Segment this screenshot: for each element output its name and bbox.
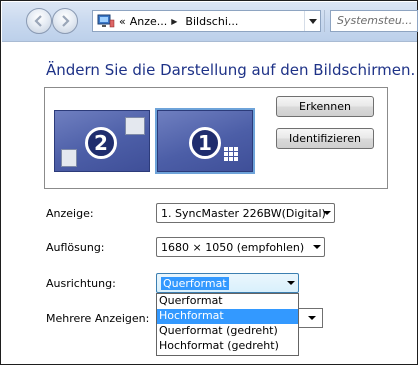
- arrow-right-icon: [62, 15, 70, 27]
- chevron-down-icon: [313, 245, 321, 249]
- monitor-2[interactable]: 2: [54, 110, 150, 172]
- anzeige-select[interactable]: 1. SyncMaster 226BW(Digital): [156, 203, 335, 223]
- forward-button[interactable]: [52, 8, 78, 34]
- ausrichtung-label: Ausrichtung:: [46, 277, 116, 290]
- chevron-down-icon: [308, 316, 316, 320]
- back-button[interactable]: [26, 8, 52, 34]
- ausrichtung-select[interactable]: Querformat: [156, 273, 299, 293]
- breadcrumb-separator-icon[interactable]: ▶: [171, 17, 177, 26]
- page-title: Ändern Sie die Darstellung auf den Bilds…: [46, 61, 416, 79]
- mehrere-anzeigen-select[interactable]: [298, 308, 323, 328]
- aufloesung-label: Auflösung:: [46, 241, 105, 254]
- identifizieren-button[interactable]: Identifizieren: [276, 128, 374, 149]
- monitor-number-badge: 2: [85, 127, 117, 159]
- mehrere-anzeigen-label: Mehrere Anzeigen:: [46, 312, 150, 325]
- chevron-down-icon: [323, 211, 331, 215]
- keypad-icon: [224, 147, 238, 161]
- control-panel-icon: [97, 14, 115, 28]
- dropdown-option[interactable]: Querformat (gedreht): [157, 324, 298, 339]
- search-input[interactable]: Systemsteu...: [330, 10, 418, 32]
- ausrichtung-dropdown-list: Querformat Hochformat Querformat (gedreh…: [156, 293, 299, 356]
- aufloesung-select[interactable]: 1680 × 1050 (empfohlen): [156, 237, 325, 257]
- breadcrumb-bildschirm[interactable]: Bildschi...: [185, 15, 238, 28]
- dropdown-option-selected[interactable]: Hochformat: [157, 309, 298, 324]
- arrow-left-icon: [34, 15, 42, 27]
- navigation-bar: « Anze... ▶ Bildschi... Systemsteu...: [2, 2, 418, 42]
- chevron-down-icon: [308, 18, 317, 24]
- breadcrumb-overflow[interactable]: «: [119, 15, 126, 28]
- address-bar[interactable]: « Anze... ▶ Bildschi...: [92, 10, 321, 32]
- monitor-number-badge: 1: [189, 127, 221, 159]
- breadcrumb-anzeige[interactable]: Anze...: [130, 15, 168, 28]
- anzeige-label: Anzeige:: [46, 207, 94, 220]
- window-frame: « Anze... ▶ Bildschi... Systemsteu... Än…: [0, 0, 418, 365]
- dropdown-option[interactable]: Hochformat (gedreht): [157, 339, 298, 354]
- window-thumbnail-icon: [125, 117, 145, 135]
- window-thumbnail-icon: [61, 149, 77, 167]
- divider: [324, 10, 325, 32]
- ausrichtung-select-value: Querformat: [161, 277, 229, 290]
- erkennen-button[interactable]: Erkennen: [276, 96, 374, 117]
- chevron-down-icon: [287, 281, 295, 285]
- dropdown-option[interactable]: Querformat: [157, 294, 298, 309]
- aufloesung-select-value: 1680 × 1050 (empfohlen): [161, 241, 305, 254]
- anzeige-select-value: 1. SyncMaster 226BW(Digital): [161, 207, 326, 220]
- address-dropdown-button[interactable]: [304, 11, 320, 31]
- monitor-1[interactable]: 1: [155, 108, 255, 174]
- monitor-arrangement-panel: 2 1 Erkennen Identifizieren: [44, 87, 388, 189]
